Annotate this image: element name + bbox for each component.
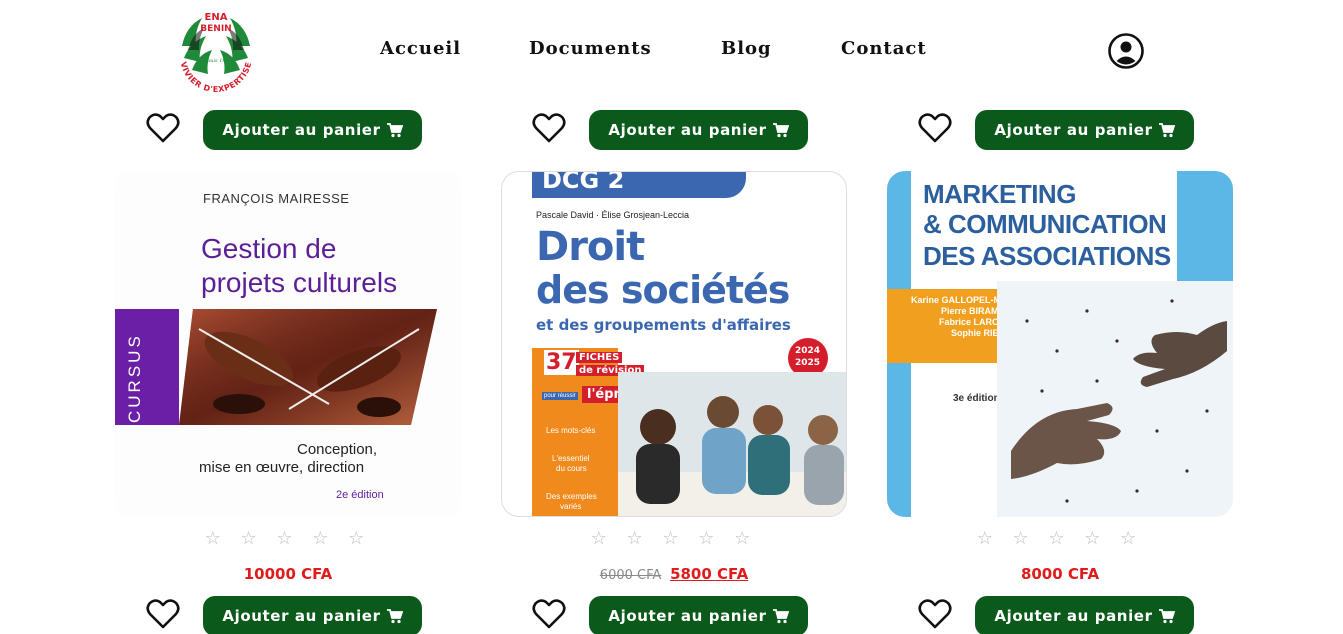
price: 10000 CFA [243,565,333,583]
add-to-cart-button[interactable]: Ajouter au panier [203,596,422,634]
add-to-cart-label: Ajouter au panier [608,607,767,625]
site-logo[interactable]: ENA BENIN Depuis 1994 VIVIER D'EXPERTISE [172,6,260,94]
add-to-cart-button[interactable]: Ajouter au panier [203,110,422,150]
cover-title-line2: projets culturels [201,267,398,298]
cover-title-line2: des sociétés [536,268,790,312]
user-circle-icon[interactable] [1107,32,1145,70]
price: 8000 CFA [1020,565,1100,583]
cover-bullet2-line1: L'essentiel [552,454,590,463]
cart-icon [1158,608,1175,623]
cover-badge-line1: FICHES [576,352,623,363]
nav-documents[interactable]: Documents [529,38,652,59]
price: 5800 CFA [670,565,749,583]
cover-authors: Pascale David · Élise Grosjean-Leccia [536,210,690,220]
cover-title-line3: et des groupements d'affaires [536,316,791,334]
cover-edition: 3e édition [953,393,1000,404]
add-to-cart-button[interactable]: Ajouter au panier [589,596,808,634]
cart-icon [772,608,789,623]
old-price: 6000 CFA [599,568,662,583]
nav-contact[interactable]: Contact [841,38,927,59]
cover-edition: 2e édition [336,489,384,501]
add-to-cart-label: Ajouter au panier [222,121,381,139]
cover-subtitle-line2: mise en œuvre, direction [199,459,365,476]
cover-bullet3-line1: Des exemples [546,492,597,501]
add-to-cart-button[interactable]: Ajouter au panier [589,110,808,150]
cover-bullet2-line2: du cours [556,464,587,473]
add-to-cart-button[interactable]: Ajouter au panier [975,596,1194,634]
add-to-cart-label: Ajouter au panier [994,121,1153,139]
cart-icon [772,122,789,137]
wishlist-heart-icon[interactable] [918,598,952,630]
rating-stars[interactable]: ☆ ☆ ☆ ☆ ☆ [501,528,847,549]
cover-year-line2: 2025 [795,358,821,368]
add-to-cart-button[interactable]: Ajouter au panier [975,110,1194,150]
cover-photo-crowd-hands [997,281,1233,517]
cart-icon [386,608,403,623]
price-row: 6000 CFA 5800 CFA [501,565,847,583]
logo-emblem: ENA BENIN Depuis 1994 VIVIER D'EXPERTISE [178,10,254,94]
cover-year-line1: 2024 [795,346,821,356]
cover-title-line1: Droit [536,224,645,270]
cover-title-line2: & COMMUNICATION [923,209,1167,239]
nav-accueil[interactable]: Accueil [380,38,461,59]
cover-photo-violinists [179,309,437,425]
rating-stars[interactable]: ☆ ☆ ☆ ☆ ☆ [115,528,461,549]
wishlist-heart-icon[interactable] [918,112,952,144]
add-to-cart-label: Ajouter au panier [608,121,767,139]
wishlist-heart-icon[interactable] [532,598,566,630]
product-cover-gestion-projets-culturels[interactable]: FRANÇOIS MAIRESSE Gestion de projets cul… [115,171,461,517]
cover-title-line1: Gestion de [201,233,337,264]
cover-bullet1: Les mots-clés [546,426,596,435]
rating-stars[interactable]: ☆ ☆ ☆ ☆ ☆ [887,528,1233,549]
logo-line1: ENA [205,12,228,23]
cover-subtitle-line1: Conception, [297,441,378,458]
add-to-cart-label: Ajouter au panier [994,607,1153,625]
add-to-cart-label: Ajouter au panier [222,607,381,625]
product-cover-droit-des-societes[interactable]: DCG 2 Pascale David · Élise Grosjean-Lec… [501,171,847,517]
cover-author: FRANÇOIS MAIRESSE [203,191,350,206]
logo-since: Depuis 1994 [199,58,232,64]
product-cover-marketing-communication[interactable]: MARKETING & COMMUNICATION DES ASSOCIATIO… [887,171,1233,517]
wishlist-heart-icon[interactable] [532,112,566,144]
cover-photo-students [618,372,846,516]
cover-series: DCG 2 [542,171,625,194]
price-row: 8000 CFA [887,565,1233,583]
cart-icon [1158,122,1175,137]
cover-series: CURSUS [125,333,144,423]
cover-title-line3: DES ASSOCIATIONS [923,241,1171,271]
price-row: 10000 CFA [115,565,461,583]
cover-title-line1: MARKETING [923,179,1076,209]
nav-blog[interactable]: Blog [721,38,772,59]
cart-icon [386,122,403,137]
cover-bullet3-line2: variés [560,502,582,511]
wishlist-heart-icon[interactable] [146,112,180,144]
logo-line2: BENIN [200,24,231,34]
cover-badge-number: 37 [544,350,579,375]
cover-pour-reussir: pour réussir [542,392,578,400]
cover-blue-stripe [1177,171,1233,281]
wishlist-heart-icon[interactable] [146,598,180,630]
